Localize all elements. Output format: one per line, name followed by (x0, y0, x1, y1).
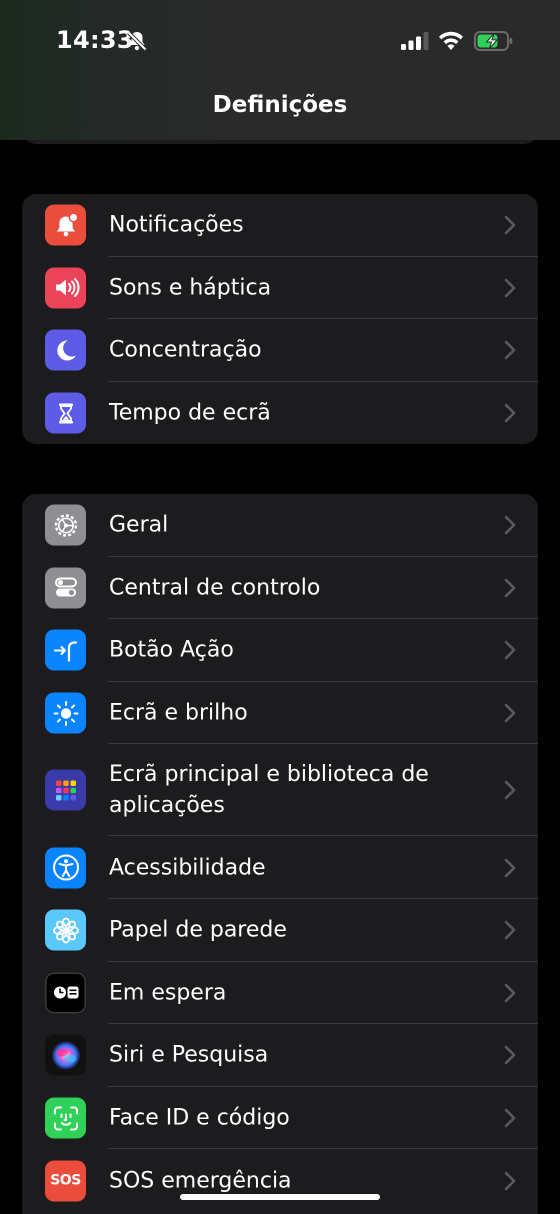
settings-row-acessibilidade[interactable]: Acessibilidade (22, 836, 538, 899)
page-title: Definições (212, 92, 348, 118)
chevron-right-icon (504, 983, 516, 1003)
siri-icon (45, 1034, 86, 1076)
settings-row-label: Papel de parede (109, 917, 287, 943)
settings-row-label: Geral (109, 512, 169, 538)
gear-icon (45, 504, 86, 546)
settings-row-label: Concentração (109, 337, 262, 363)
hourglass-icon (45, 392, 86, 434)
chevron-right-icon (504, 781, 516, 800)
home-indicator[interactable] (180, 1194, 380, 1200)
settings-row-label: Face ID e código (109, 1105, 290, 1131)
wifi-icon (439, 31, 463, 50)
chevron-right-icon (504, 403, 516, 423)
chevron-right-icon (504, 703, 516, 723)
settings-row-label: Ecrã e brilho (109, 700, 248, 726)
navigation-header: 14:33 Definições (0, 0, 560, 140)
status-time: 14:33 (56, 26, 134, 54)
settings-row-face-id[interactable]: Face ID e código (22, 1087, 538, 1150)
chevron-right-icon (504, 920, 516, 940)
settings-row-ecra-principal[interactable]: Ecrã principal e biblioteca de aplicaçõe… (22, 744, 538, 837)
settings-row-sos[interactable]: SOS SOS emergência (22, 1149, 538, 1212)
sos-icon: SOS (45, 1160, 86, 1202)
settings-row-label: Siri e Pesquisa (109, 1042, 269, 1068)
speaker-icon (45, 267, 86, 309)
action-button-icon (45, 629, 86, 671)
settings-row-concentracao[interactable]: Concentração (22, 319, 538, 382)
settings-row-sons[interactable]: Sons e háptica (22, 257, 538, 320)
chevron-right-icon (504, 1046, 516, 1065)
settings-row-tempo-de-ecra[interactable]: Tempo de ecrã (22, 382, 538, 445)
chevron-right-icon (504, 1171, 516, 1190)
settings-group-general: Geral Central de controlo Botão Ação Ecr… (22, 494, 538, 1214)
settings-row-siri[interactable]: Siri e Pesquisa (22, 1024, 538, 1087)
settings-row-label: Acessibilidade (109, 855, 266, 881)
battery-charging-icon (474, 31, 513, 51)
chevron-right-icon (504, 278, 516, 298)
chevron-right-icon (504, 641, 516, 660)
face-id-icon (45, 1097, 86, 1139)
settings-row-botao-acao[interactable]: Botão Ação (22, 619, 538, 682)
settings-row-label: Em espera (109, 980, 227, 1006)
cellular-signal-icon (401, 32, 429, 50)
accessibility-icon (45, 847, 86, 889)
settings-row-label: Sons e háptica (109, 275, 272, 301)
settings-row-geral[interactable]: Geral (22, 494, 538, 557)
chevron-right-icon (504, 215, 516, 235)
settings-row-notificacoes[interactable]: Notificações (22, 194, 538, 257)
sos-icon-text: SOS (50, 1172, 81, 1189)
app-grid-icon (45, 769, 86, 811)
chevron-right-icon (504, 578, 516, 598)
standby-icon (45, 972, 86, 1014)
settings-row-em-espera[interactable]: Em espera (22, 962, 538, 1025)
settings-row-central-de-controlo[interactable]: Central de controlo (22, 557, 538, 620)
chevron-right-icon (504, 341, 516, 360)
settings-row-label: Tempo de ecrã (109, 400, 271, 426)
bell-off-icon (127, 31, 147, 51)
bell-badge-icon (45, 204, 86, 246)
settings-row-ecra-e-brilho[interactable]: Ecrã e brilho (22, 682, 538, 745)
chevron-right-icon (504, 1108, 516, 1128)
settings-row-label: Botão Ação (109, 637, 234, 663)
moon-icon (45, 329, 86, 371)
chevron-right-icon (504, 515, 516, 535)
settings-row-label: Central de controlo (109, 575, 321, 601)
toggles-icon (45, 567, 86, 609)
settings-row-label: Notificações (109, 212, 244, 238)
settings-row-label: SOS emergência (109, 1168, 292, 1194)
settings-row-label: Ecrã principal e biblioteca de aplicaçõe… (109, 762, 429, 819)
chevron-right-icon (504, 858, 516, 877)
settings-row-papel-de-parede[interactable]: Papel de parede (22, 899, 538, 962)
sun-icon (45, 692, 86, 734)
settings-group-focus: Notificações Sons e háptica Concentração (22, 194, 538, 445)
flower-icon (45, 909, 86, 951)
